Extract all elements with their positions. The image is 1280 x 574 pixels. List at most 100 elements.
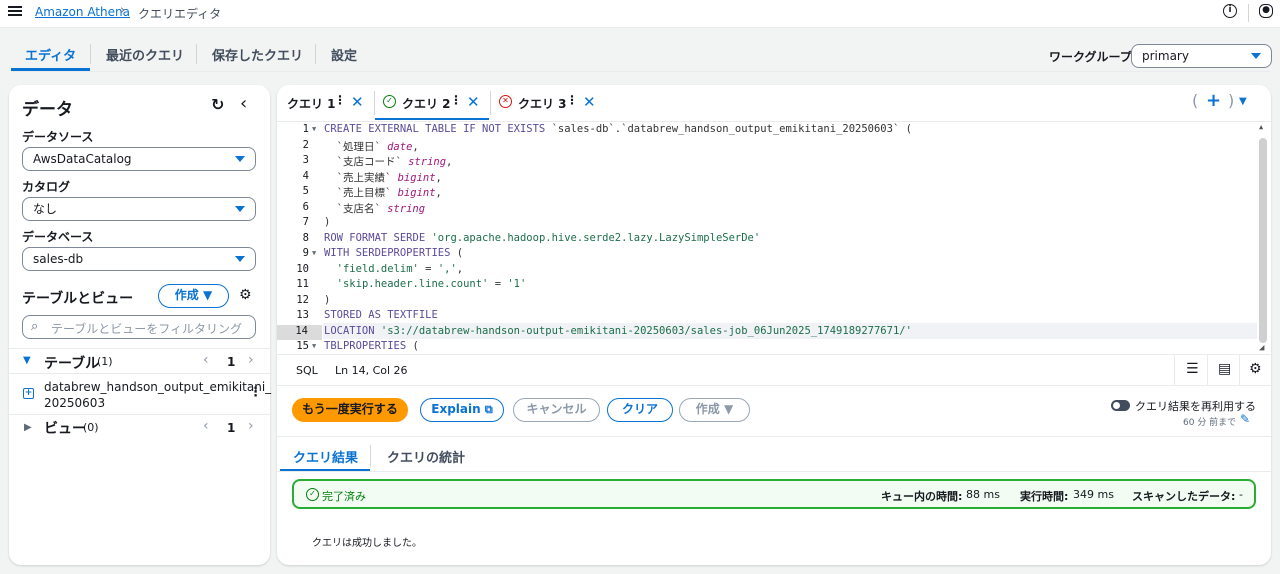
edit-icon[interactable]: ✎ — [1240, 412, 1250, 426]
tables-label[interactable]: テーブル — [44, 353, 99, 373]
views-count: (0) — [83, 421, 99, 434]
datasource-select[interactable]: AwsDataCatalog — [22, 147, 256, 171]
success-icon: ✓ — [306, 488, 319, 501]
more-options-icon[interactable]: ⋮ — [450, 93, 462, 107]
exec-time-value: 349 ms — [1073, 488, 1114, 501]
code-line: ROW FORMAT SERDE 'org.apache.hadoop.hive… — [324, 231, 761, 244]
catalog-select[interactable]: なし — [22, 197, 256, 221]
divider — [1174, 355, 1175, 386]
divider — [1248, 4, 1249, 22]
cursor-position: Ln 14, Col 26 — [335, 364, 408, 377]
code-line: LOCATION 's3://databrew-handson-output-e… — [324, 324, 912, 337]
add-tab-icon[interactable]: + — [1206, 90, 1221, 111]
breadcrumb-service-link[interactable]: Amazon Athena — [35, 5, 130, 19]
divider — [9, 414, 270, 415]
divider — [1207, 355, 1208, 386]
more-options-icon[interactable]: ⋮ — [334, 93, 346, 107]
format-icon[interactable]: ☰ — [1186, 361, 1199, 377]
info-icon[interactable]: i — [1223, 4, 1237, 18]
refresh-icon[interactable]: ↻ — [211, 95, 224, 114]
database-value: sales-db — [33, 252, 84, 266]
create-dropdown-button[interactable]: 作成 ▼ — [679, 398, 750, 422]
table-filter-input[interactable]: ⌕ テーブルとビューをフィルタリング — [22, 315, 256, 339]
close-icon[interactable]: ✕ — [583, 93, 596, 111]
views-label[interactable]: ビュー — [44, 418, 86, 438]
editor-scrollbar[interactable] — [1259, 138, 1267, 343]
sql-editor[interactable]: 1 2 3 4 5 6 7 8 9 10 11 12 13 14 15 ▼ ▼ … — [277, 121, 1271, 353]
explain-label: Explain — [431, 402, 481, 416]
rerun-button[interactable]: もう一度実行する — [292, 398, 408, 422]
next-page-icon[interactable]: › — [248, 352, 254, 368]
line-number: 8 — [302, 231, 309, 244]
prev-page-icon[interactable]: ‹ — [203, 418, 209, 434]
fold-icon[interactable]: ▼ — [312, 249, 316, 257]
table-name-line2[interactable]: 20250603 — [44, 396, 105, 410]
breadcrumb-current: クエリエディタ — [138, 7, 222, 21]
fold-icon[interactable]: ▼ — [312, 342, 316, 350]
query-tab-3[interactable]: クエリ 3 — [518, 95, 567, 112]
result-status-box: ✓ 完了済み キュー内の時間: 88 ms 実行時間: 349 ms スキャンし… — [292, 479, 1256, 509]
code-line: ) — [324, 216, 331, 228]
panel-icon[interactable]: ▤ — [1218, 361, 1231, 377]
queue-time-value: 88 ms — [966, 488, 1000, 501]
more-options-icon[interactable]: ⋮ — [566, 93, 578, 107]
tables-count: (1) — [97, 355, 113, 368]
caret-down-icon[interactable]: ▼ — [23, 355, 31, 366]
caret-down-icon — [235, 206, 245, 212]
divider — [9, 348, 270, 349]
settings-gear-icon[interactable]: ⚙ — [1249, 361, 1262, 377]
caret-right-icon[interactable]: ▶ — [24, 422, 32, 433]
caret-down-icon — [235, 256, 245, 262]
code-line: `売上実績` bigint, — [324, 171, 442, 184]
table-name-line1[interactable]: databrew_handson_output_emikitani_ — [44, 380, 271, 394]
workgroup-select[interactable]: primary — [1131, 44, 1272, 68]
resize-handle-icon[interactable]: ◢ — [1259, 343, 1264, 353]
gear-icon[interactable]: ⚙ — [239, 287, 252, 303]
fold-icon[interactable]: ▼ — [312, 125, 316, 133]
views-page: 1 — [227, 421, 236, 435]
close-icon[interactable]: ✕ — [467, 93, 480, 111]
menu-icon[interactable] — [8, 4, 22, 18]
code-line: 'skip.header.line.count' = '1' — [336, 278, 527, 290]
query-tab-2[interactable]: クエリ 2 — [402, 95, 451, 112]
prev-page-icon[interactable]: ‹ — [203, 352, 209, 368]
tab-saved-queries[interactable]: 保存したクエリ — [212, 45, 303, 64]
explain-button[interactable]: Explain ⧉ — [420, 398, 504, 422]
editor-panel: クエリ 1 ⋮ ✕ ✓ クエリ 2 ⋮ ✕ ✕ クエリ 3 ⋮ ✕ ( + ) … — [277, 85, 1271, 565]
divider — [370, 445, 371, 467]
close-icon[interactable]: ✕ — [351, 93, 364, 111]
tab-settings[interactable]: 設定 — [331, 45, 357, 64]
workgroup-value: primary — [1142, 49, 1189, 63]
create-button[interactable]: 作成 ▼ — [158, 284, 229, 308]
tab-recent-queries[interactable]: 最近のクエリ — [106, 45, 184, 64]
line-number: 10 — [296, 262, 309, 275]
divider — [277, 471, 1271, 472]
tab-query-results[interactable]: クエリ結果 — [293, 447, 358, 466]
data-panel: データ ↻ ‹ データソース AwsDataCatalog カタログ なし デー… — [9, 85, 271, 565]
caret-down-icon[interactable]: ▼ — [1239, 96, 1247, 107]
line-number: 5 — [302, 185, 309, 197]
clear-button[interactable]: クリア — [607, 398, 673, 422]
tables-page: 1 — [227, 355, 236, 369]
language-label: SQL — [296, 364, 318, 377]
workgroup-label: ワークグループ — [1049, 50, 1132, 64]
database-select[interactable]: sales-db — [22, 247, 256, 271]
query-tab-1[interactable]: クエリ 1 — [287, 95, 336, 112]
more-options-icon[interactable]: ⋮ — [249, 385, 262, 400]
result-status: 完了済み — [322, 490, 366, 503]
reuse-results-toggle[interactable] — [1111, 400, 1130, 411]
tab-editor[interactable]: エディタ — [25, 45, 76, 64]
settings-icon[interactable]: ● — [1259, 4, 1273, 18]
divider — [315, 44, 316, 64]
collapse-icon[interactable]: ‹ — [240, 93, 247, 114]
rerun-label: もう一度実行する — [302, 402, 398, 416]
scroll-right-icon[interactable]: ) — [1228, 91, 1234, 110]
filter-placeholder: テーブルとビューをフィルタリング — [51, 322, 243, 336]
next-page-icon[interactable]: › — [248, 418, 254, 434]
line-number: 6 — [302, 200, 309, 213]
cancel-button[interactable]: キャンセル — [513, 398, 600, 422]
success-icon: ✓ — [383, 95, 396, 108]
scroll-up-icon[interactable]: ▲ — [1259, 123, 1263, 131]
tab-query-stats[interactable]: クエリの統計 — [387, 447, 465, 466]
scroll-left-icon[interactable]: ( — [1192, 91, 1198, 110]
